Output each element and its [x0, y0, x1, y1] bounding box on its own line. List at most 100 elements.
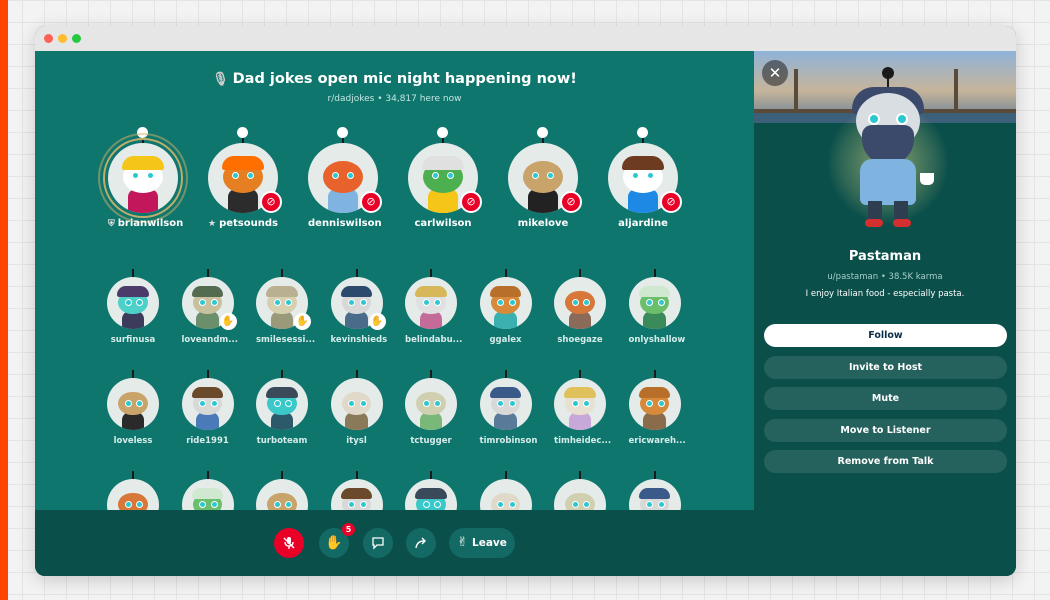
avatar — [256, 378, 308, 430]
avatar-eye — [124, 500, 132, 508]
avatar-eye — [124, 399, 132, 407]
muted-mic-icon: ⊘ — [560, 191, 582, 213]
avatar-eye — [657, 500, 665, 508]
listener-tile[interactable] — [330, 471, 383, 510]
raise-hand-button[interactable]: ✋ 5 — [319, 523, 355, 558]
listener-tile[interactable]: turboteam — [256, 370, 308, 448]
avatar-face — [118, 391, 148, 416]
avatar — [108, 143, 178, 213]
share-icon — [415, 537, 426, 549]
shield-icon: ⛨ — [108, 219, 115, 229]
close-profile-button[interactable]: ✕ — [762, 60, 788, 86]
avatar-eye — [359, 298, 367, 306]
avatar-face — [267, 492, 297, 510]
avatar-eye — [285, 500, 293, 508]
speaker-denniswilson[interactable]: ⊘ denniswilson — [308, 127, 382, 235]
speaker-name-text: brianwilson — [117, 218, 184, 229]
avatar-eye — [359, 399, 367, 407]
window-zoom-dot[interactable] — [72, 34, 81, 43]
listener-tile[interactable] — [107, 471, 159, 510]
avatar-face — [565, 492, 595, 510]
avatar-shoe — [865, 219, 883, 227]
invite-to-host-button[interactable]: Invite to Host — [764, 356, 1007, 379]
listener-tile[interactable]: ✋ kevinshieds — [330, 269, 387, 347]
peace-hand-icon: ✌ — [457, 535, 469, 550]
speaker-mikelove[interactable]: ⊘ mikelove — [508, 127, 582, 235]
window-close-dot[interactable] — [44, 34, 53, 43]
comment-button[interactable] — [363, 528, 393, 558]
listener-tile[interactable]: surfinusa — [107, 269, 159, 347]
listener-tile[interactable]: timheidec... — [554, 370, 611, 448]
listener-tile[interactable] — [256, 471, 308, 510]
listener-tile[interactable]: loveless — [107, 370, 159, 448]
listener-name: ride1991 — [186, 436, 229, 446]
follow-button[interactable]: Follow — [764, 324, 1007, 347]
move-to-listener-button[interactable]: Move to Listener — [764, 419, 1007, 442]
profile-bio: I enjoy Italian food - especially pasta. — [805, 289, 965, 299]
listener-tile[interactable]: ggalex — [479, 269, 532, 347]
listener-tile[interactable] — [405, 471, 457, 510]
listener-name: belindabu... — [405, 335, 463, 345]
coffee-cup-icon — [920, 173, 934, 185]
microphone-icon: 🎙 — [212, 72, 229, 87]
avatar-eye — [434, 500, 442, 508]
listener-tile[interactable] — [479, 471, 532, 510]
listener-tile[interactable]: ride1991 — [181, 370, 234, 448]
remove-from-talk-button[interactable]: Remove from Talk — [764, 450, 1007, 473]
antenna-ball — [637, 127, 648, 138]
microphone-off-icon — [283, 537, 295, 549]
listener-name: timrobinson — [479, 436, 538, 446]
leave-label: Leave — [472, 537, 507, 549]
listener-tile[interactable]: ✋ smilesessi... — [256, 269, 315, 347]
avatar — [554, 378, 606, 430]
avatar — [181, 378, 234, 430]
speaker-brianwilson[interactable]: ⛨ brianwilson — [98, 127, 188, 235]
listener-tile[interactable]: ✋ loveandm... — [181, 269, 238, 347]
avatar — [181, 479, 234, 510]
listener-name: ggalex — [489, 335, 522, 345]
speaker-name-text: denniswilson — [308, 218, 382, 229]
avatar-face — [565, 290, 595, 315]
avatar-eye — [583, 500, 591, 508]
avatar-eye — [896, 113, 908, 125]
listener-tile[interactable]: belindabu... — [405, 269, 463, 347]
avatar-hair — [266, 286, 298, 297]
avatar-eye — [508, 500, 516, 508]
listener-tile[interactable]: tctugger — [405, 370, 457, 448]
listener-name: loveless — [113, 436, 153, 446]
listener-tile[interactable] — [181, 471, 234, 510]
speaker-petsounds[interactable]: ⊘ ★ petsounds — [208, 127, 282, 235]
avatar-eye — [199, 399, 207, 407]
listener-tile[interactable] — [554, 471, 606, 510]
listener-tile[interactable]: onlyshallow — [628, 269, 685, 347]
listener-tile[interactable] — [628, 471, 681, 510]
listener-tile[interactable]: shoegaze — [554, 269, 606, 347]
avatar-eye — [508, 399, 516, 407]
window-minimize-dot[interactable] — [58, 34, 67, 43]
avatar-hair — [222, 155, 264, 170]
speaker-name: mikelove — [508, 218, 578, 229]
avatar — [479, 479, 532, 510]
avatar — [405, 277, 457, 329]
speaker-carlwilson[interactable]: ⊘ carlwilson — [408, 127, 482, 235]
control-bar: ✋ 5 ✌ Leave — [35, 510, 754, 576]
talk-title-text: Dad jokes open mic night happening now! — [232, 71, 577, 87]
share-button[interactable] — [406, 528, 436, 558]
avatar-hair — [415, 488, 447, 499]
avatar-eye — [210, 399, 218, 407]
listener-tile[interactable]: timrobinson — [479, 370, 538, 448]
leave-button[interactable]: ✌ Leave — [449, 528, 515, 558]
mute-toggle-button[interactable] — [274, 528, 304, 558]
listener-tile[interactable]: ericwareh... — [628, 370, 686, 448]
listener-tile[interactable]: itysl — [330, 370, 383, 448]
avatar — [107, 479, 159, 510]
avatar — [405, 479, 457, 510]
avatar — [107, 277, 159, 329]
avatar-eye — [273, 500, 281, 508]
mute-user-button[interactable]: Mute — [764, 387, 1007, 410]
antenna-ball — [537, 127, 548, 138]
avatar-hair — [422, 155, 464, 170]
avatar — [479, 378, 532, 430]
muted-mic-icon: ⊘ — [360, 191, 382, 213]
speaker-aljardine[interactable]: ⊘ aljardine — [608, 127, 682, 235]
